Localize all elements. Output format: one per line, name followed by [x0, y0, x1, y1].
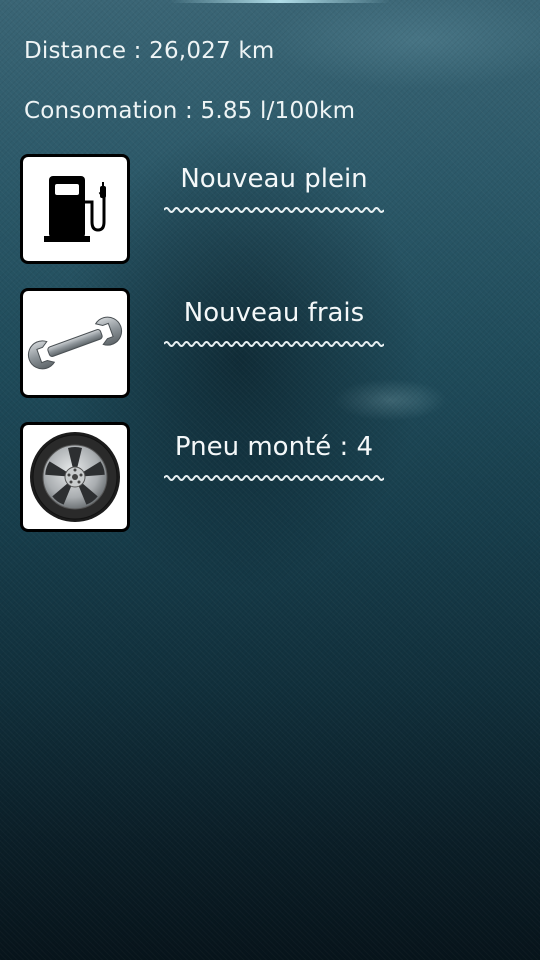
consumption-label: Consomation : 5.85 l/100km	[24, 98, 356, 124]
link-underline	[164, 475, 384, 481]
top-glow	[170, 0, 390, 3]
tire-wheel-icon[interactable]	[20, 422, 130, 532]
fuel-pump-icon[interactable]	[20, 154, 130, 264]
new-expense-link[interactable]: Nouveau frais	[164, 298, 384, 328]
new-fill-up-row: Nouveau plein	[20, 154, 400, 264]
wrench-icon[interactable]	[20, 288, 130, 398]
link-underline	[164, 341, 384, 347]
distance-label: Distance : 26,027 km	[24, 38, 275, 64]
tire-mounted-row: Pneu monté : 4	[20, 422, 400, 532]
link-underline	[164, 207, 384, 213]
new-fill-up-link[interactable]: Nouveau plein	[164, 164, 384, 194]
new-expense-row: Nouveau frais	[20, 288, 400, 398]
tire-mounted-link[interactable]: Pneu monté : 4	[164, 432, 384, 462]
